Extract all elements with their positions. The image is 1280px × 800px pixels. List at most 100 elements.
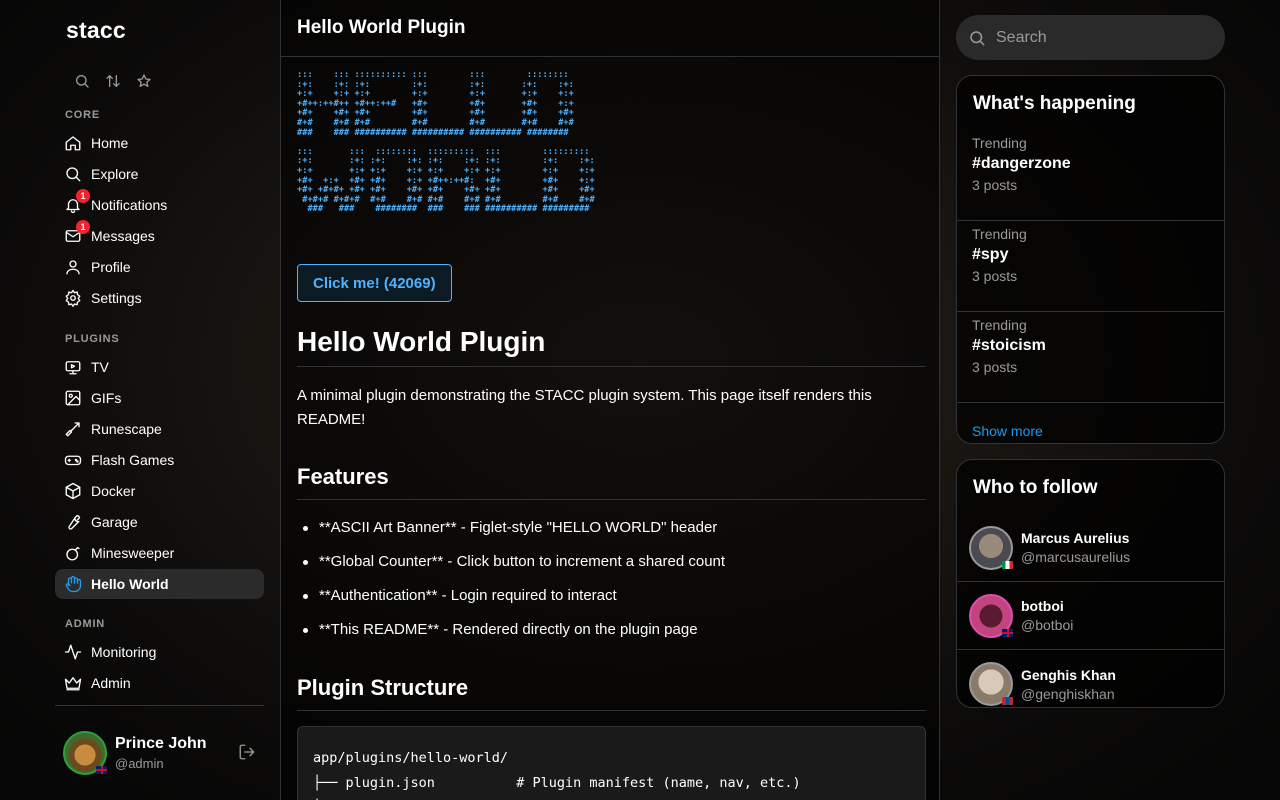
follow-handle: @genghiskhan bbox=[1021, 685, 1115, 702]
nav-label: Messages bbox=[91, 228, 155, 244]
trend-tag: #stoicism bbox=[972, 337, 1046, 354]
page-title: Hello World Plugin bbox=[281, 0, 939, 57]
avatar[interactable] bbox=[969, 593, 1013, 638]
follow-handle: @marcusaurelius bbox=[1021, 549, 1131, 565]
list-item: **Authentication** - Login required to i… bbox=[297, 585, 926, 619]
follow-item[interactable]: botboi @botboi bbox=[957, 582, 1224, 650]
star-icon[interactable] bbox=[134, 71, 153, 90]
left-sidebar: stacc CORE Home Explore 1 Notifications … bbox=[55, 0, 280, 800]
search-bar[interactable] bbox=[956, 15, 1225, 60]
nav-label: Admin bbox=[91, 675, 131, 691]
nav-item-notifications[interactable]: 1 Notifications bbox=[55, 189, 264, 220]
list-item: **Global Counter** - Click button to inc… bbox=[297, 551, 926, 585]
uk-flag-icon bbox=[1002, 628, 1013, 637]
search-icon bbox=[64, 165, 82, 183]
nav-item-home[interactable]: Home bbox=[55, 128, 264, 158]
nav-label: Profile bbox=[91, 259, 131, 275]
logout-icon[interactable] bbox=[238, 743, 258, 763]
avatar[interactable] bbox=[969, 662, 1013, 706]
nav-item-gifs[interactable]: GIFs bbox=[55, 383, 264, 413]
trend-tag: #spy bbox=[972, 246, 1009, 263]
gear-icon bbox=[64, 289, 82, 307]
nav-label: Notifications bbox=[91, 197, 168, 213]
user-name: Prince John bbox=[115, 735, 207, 752]
structure-heading: Plugin Structure bbox=[297, 675, 926, 711]
list-item: **This README** - Rendered directly on t… bbox=[297, 619, 926, 653]
uk-flag-icon bbox=[96, 766, 107, 774]
nav-item-garage[interactable]: Garage bbox=[55, 507, 264, 537]
who-to-follow-panel: Who to follow Marcus Aurelius @marcusaur… bbox=[956, 459, 1225, 708]
sort-icon[interactable] bbox=[103, 71, 122, 90]
nav-label: TV bbox=[91, 359, 109, 375]
trend-category: Trending bbox=[972, 226, 1027, 242]
nav-label: Home bbox=[91, 135, 129, 151]
nav-item-explore[interactable]: Explore bbox=[55, 159, 264, 189]
tv-icon bbox=[64, 358, 82, 376]
follow-item[interactable]: Genghis Khan @genghiskhan bbox=[957, 650, 1224, 707]
mongolia-flag-icon bbox=[1002, 697, 1013, 705]
follow-name: botboi bbox=[1021, 598, 1064, 614]
nav-item-settings[interactable]: Settings bbox=[55, 283, 264, 313]
follow-item[interactable]: Marcus Aurelius @marcusaurelius bbox=[957, 514, 1224, 582]
trending-title: What's happening bbox=[973, 93, 1136, 114]
activity-icon bbox=[64, 643, 82, 661]
nav-item-profile[interactable]: Profile bbox=[55, 252, 264, 282]
show-more-link[interactable]: Show more bbox=[957, 403, 1224, 439]
nav-label: Minesweeper bbox=[91, 545, 175, 561]
trend-item[interactable]: Trending #spy 3 posts bbox=[957, 221, 1224, 312]
nav-item-runescape[interactable]: Runescape bbox=[55, 414, 264, 444]
nav-item-docker[interactable]: Docker bbox=[55, 476, 264, 506]
search-input[interactable] bbox=[996, 28, 1196, 47]
bomb-icon bbox=[64, 544, 82, 562]
nav-item-minesweeper[interactable]: Minesweeper bbox=[55, 538, 264, 568]
trend-count: 3 posts bbox=[972, 177, 1018, 193]
nav-label: Runescape bbox=[91, 421, 162, 437]
features-heading: Features bbox=[297, 464, 926, 500]
avatar[interactable] bbox=[63, 731, 107, 775]
bell-icon: 1 bbox=[64, 189, 90, 214]
nav-label: Garage bbox=[91, 514, 138, 530]
trend-item[interactable]: Trending #dangerzone 3 posts bbox=[957, 130, 1224, 221]
trending-panel: What's happening Trending #dangerzone 3 … bbox=[956, 75, 1225, 444]
sidebar-divider bbox=[55, 705, 264, 706]
trend-item[interactable]: Trending #stoicism 3 posts bbox=[957, 312, 1224, 403]
current-user-card[interactable]: Prince John @admin bbox=[63, 730, 263, 776]
user-handle: @admin bbox=[115, 756, 164, 771]
section-label-admin: ADMIN bbox=[65, 618, 106, 630]
nav-label: Monitoring bbox=[91, 644, 157, 660]
trend-count: 3 posts bbox=[972, 359, 1018, 375]
message-badge: 1 bbox=[76, 220, 90, 234]
image-icon bbox=[64, 389, 82, 407]
nav-item-hello-world[interactable]: Hello World bbox=[55, 569, 264, 599]
nav-label: Settings bbox=[91, 290, 142, 306]
code-block: app/plugins/hello-world/ ├── plugin.json… bbox=[297, 726, 926, 800]
trend-tag: #dangerzone bbox=[972, 155, 1071, 172]
wrench-icon bbox=[64, 513, 82, 531]
nav-item-monitoring[interactable]: Monitoring bbox=[55, 637, 264, 667]
follow-handle: @botboi bbox=[1021, 617, 1074, 633]
readme-title: Hello World Plugin bbox=[297, 326, 926, 367]
trend-category: Trending bbox=[972, 317, 1027, 333]
follow-name: Genghis Khan bbox=[1021, 666, 1116, 683]
nav-item-tv[interactable]: TV bbox=[55, 352, 264, 382]
quick-actions bbox=[72, 71, 153, 90]
app-logo[interactable]: stacc bbox=[66, 17, 126, 44]
nav-item-messages[interactable]: 1 Messages bbox=[55, 220, 264, 251]
readme-intro: A minimal plugin demonstrating the STACC… bbox=[297, 387, 872, 428]
box-icon bbox=[64, 482, 82, 500]
notification-badge: 1 bbox=[76, 189, 90, 203]
nav-label: Docker bbox=[91, 483, 136, 499]
follow-name: Marcus Aurelius bbox=[1021, 530, 1130, 546]
nav-label: GIFs bbox=[91, 390, 122, 406]
hand-icon bbox=[64, 575, 82, 593]
follow-title: Who to follow bbox=[973, 477, 1098, 498]
gamepad-icon bbox=[64, 451, 82, 469]
nav-item-flash-games[interactable]: Flash Games bbox=[55, 445, 264, 475]
nav-label: Flash Games bbox=[91, 452, 175, 468]
section-label-core: CORE bbox=[65, 109, 100, 121]
nav-item-admin[interactable]: Admin bbox=[55, 668, 264, 698]
counter-button[interactable]: Click me! (42069) bbox=[297, 264, 452, 302]
search-icon[interactable] bbox=[72, 71, 91, 90]
main-column: Hello World Plugin ::: ::: :::::::::: ::… bbox=[280, 0, 940, 800]
avatar[interactable] bbox=[969, 525, 1013, 570]
